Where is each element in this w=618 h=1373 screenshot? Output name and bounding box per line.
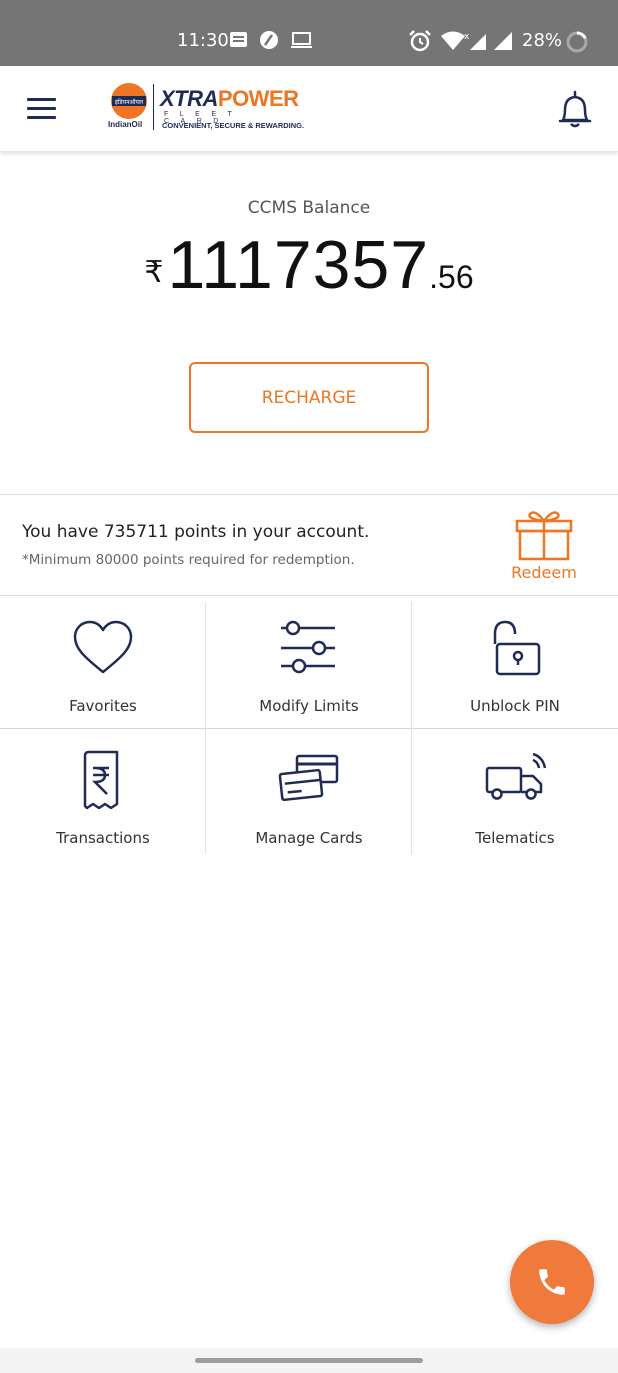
phone-icon xyxy=(539,1269,565,1295)
tile-favorites[interactable]: Favorites xyxy=(0,596,206,728)
tile-label: Transactions xyxy=(56,829,150,847)
redeem-label: Redeem xyxy=(511,563,577,582)
balance-integer: 1117357 xyxy=(167,227,430,303)
hamburger-icon-bar xyxy=(27,116,56,119)
gift-icon xyxy=(515,511,573,561)
tile-icon-wrap xyxy=(269,618,349,682)
rupee-symbol: ₹ xyxy=(144,256,164,289)
balance-amount: ₹1117357.56 xyxy=(0,226,618,304)
call-button[interactable] xyxy=(510,1240,594,1324)
message-notification-icon xyxy=(230,32,247,47)
menu-button[interactable] xyxy=(24,94,60,124)
xtrapower-logo: इंडियनऑयल IndianOil XTRAPOWER FLEET CARD… xyxy=(106,80,320,138)
logo-title-xtra: XTRA xyxy=(160,86,218,111)
tile-transactions[interactable]: Transactions xyxy=(0,728,206,860)
status-bar: 11:30 x 28% xyxy=(0,0,618,66)
tile-unblock-pin[interactable]: Unblock PIN xyxy=(412,596,618,728)
tile-icon-wrap xyxy=(475,750,555,814)
home-gesture-handle[interactable] xyxy=(195,1358,423,1363)
balance-decimal: .56 xyxy=(429,259,474,295)
status-time: 11:30 xyxy=(177,30,229,51)
svg-text:इंडियनऑयल: इंडियनऑयल xyxy=(115,98,144,106)
tile-icon-wrap xyxy=(269,750,349,814)
rupee-receipt-icon xyxy=(83,750,119,810)
tile-label: Unblock PIN xyxy=(470,697,560,715)
tile-label: Telematics xyxy=(475,829,555,847)
unlock-icon xyxy=(493,620,541,676)
tile-telematics[interactable]: Telematics xyxy=(412,728,618,860)
tile-label: Manage Cards xyxy=(255,829,363,847)
points-section: You have 735711 points in your account. … xyxy=(0,494,618,596)
actions-grid: Favorites Modify Limits Unblock PIN Tran… xyxy=(0,596,618,860)
logo-divider xyxy=(153,84,154,130)
cards-icon xyxy=(278,754,339,802)
logo-title-power: POWER xyxy=(217,86,299,111)
redeem-button[interactable]: Redeem xyxy=(502,507,586,585)
hamburger-icon-bar xyxy=(27,107,56,110)
tile-manage-cards[interactable]: Manage Cards xyxy=(206,728,412,860)
tile-icon-wrap xyxy=(63,618,143,682)
svg-text:x: x xyxy=(464,32,470,42)
indianoil-caption: IndianOil xyxy=(108,120,143,129)
sliders-icon xyxy=(281,620,335,674)
truck-signal-icon xyxy=(485,752,547,800)
heart-icon xyxy=(73,620,133,674)
logo-tagline: CONVENIENT, SECURE & REWARDING. xyxy=(162,121,305,130)
battery-icon xyxy=(566,31,588,53)
tile-label: Favorites xyxy=(69,697,137,715)
points-note: *Minimum 80000 points required for redem… xyxy=(22,552,355,568)
points-text: You have 735711 points in your account. xyxy=(22,522,370,542)
cell-signal-icon xyxy=(494,32,512,50)
indianoil-logo-icon: इंडियनऑयल xyxy=(111,83,147,119)
balance-label: CCMS Balance xyxy=(247,198,371,218)
laptop-notification-icon xyxy=(291,32,312,48)
app-screen: 11:30 x 28% इंडियनऑयल IndianOil XTRAPOWE… xyxy=(0,0,618,1373)
alarm-icon xyxy=(409,30,431,52)
wifi-signal-icon: x xyxy=(441,31,486,50)
recharge-button[interactable]: RECHARGE xyxy=(189,362,429,433)
app-notification-icon xyxy=(260,31,278,49)
system-nav-bar xyxy=(0,1348,618,1373)
tile-icon-wrap xyxy=(63,750,143,814)
notifications-button[interactable] xyxy=(553,88,597,132)
logo-title: XTRAPOWER xyxy=(160,88,299,110)
app-header: इंडियनऑयल IndianOil XTRAPOWER FLEET CARD… xyxy=(0,66,618,152)
hamburger-icon xyxy=(27,98,56,101)
bell-icon xyxy=(558,90,592,128)
tile-modify-limits[interactable]: Modify Limits xyxy=(206,596,412,728)
tile-label: Modify Limits xyxy=(259,697,359,715)
tile-icon-wrap xyxy=(475,618,555,682)
battery-percent: 28% xyxy=(522,30,563,51)
